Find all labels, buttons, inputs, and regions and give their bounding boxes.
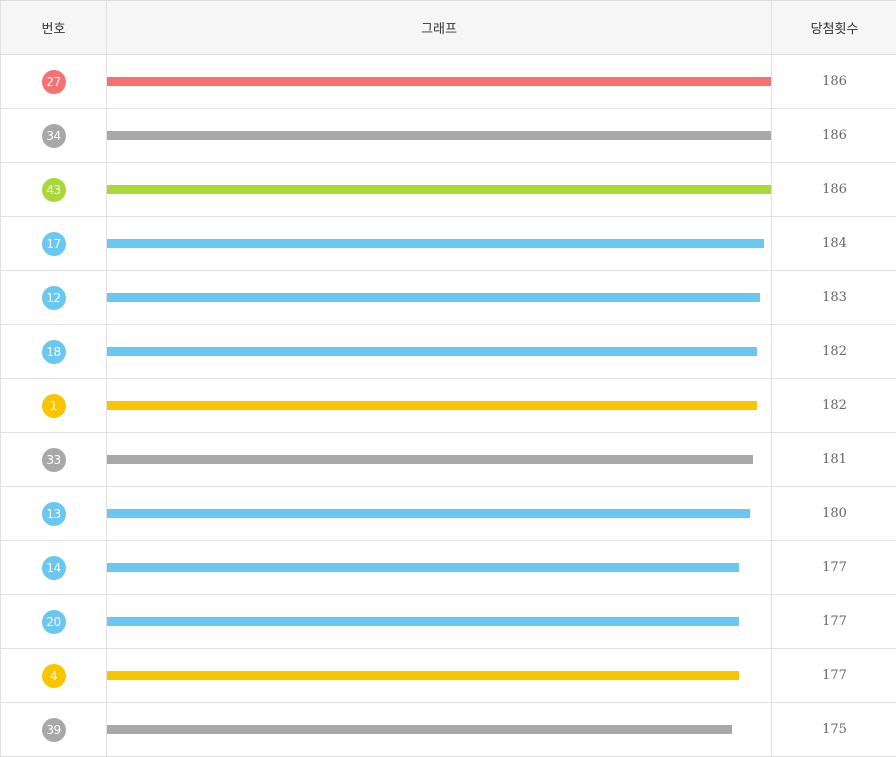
number-cell: 4 <box>1 649 107 703</box>
frequency-bar <box>107 563 739 572</box>
frequency-bar <box>107 239 764 248</box>
count-cell: 180 <box>772 487 896 541</box>
number-cell: 33 <box>1 433 107 487</box>
number-cell: 34 <box>1 109 107 163</box>
graph-cell <box>107 55 772 109</box>
count-cell: 186 <box>772 109 896 163</box>
number-cell: 20 <box>1 595 107 649</box>
table-row: 12 183 <box>1 271 896 325</box>
frequency-bar <box>107 347 757 356</box>
count-cell: 186 <box>772 163 896 217</box>
number-ball: 12 <box>42 286 66 310</box>
table-row: 20 177 <box>1 595 896 649</box>
table-row: 18 182 <box>1 325 896 379</box>
number-cell: 17 <box>1 217 107 271</box>
frequency-bar <box>107 77 771 86</box>
count-cell: 182 <box>772 325 896 379</box>
header-graph: 그래프 <box>107 1 772 55</box>
number-ball: 33 <box>42 448 66 472</box>
graph-cell <box>107 217 772 271</box>
graph-cell <box>107 703 772 757</box>
graph-cell <box>107 433 772 487</box>
number-cell: 12 <box>1 271 107 325</box>
graph-cell <box>107 109 772 163</box>
number-cell: 18 <box>1 325 107 379</box>
graph-cell <box>107 541 772 595</box>
table-row: 39 175 <box>1 703 896 757</box>
count-cell: 177 <box>772 541 896 595</box>
frequency-bar <box>107 671 739 680</box>
header-number: 번호 <box>1 1 107 55</box>
count-cell: 186 <box>772 55 896 109</box>
table-row: 14 177 <box>1 541 896 595</box>
frequency-bar <box>107 455 753 464</box>
frequency-bar <box>107 131 771 140</box>
frequency-table: 번호 그래프 당첨횟수 2718634186431861718412183181… <box>0 0 896 757</box>
count-cell: 175 <box>772 703 896 757</box>
frequency-bar <box>107 185 771 194</box>
number-ball: 14 <box>42 556 66 580</box>
table-row: 34 186 <box>1 109 896 163</box>
number-ball: 4 <box>42 664 66 688</box>
frequency-bar <box>107 509 750 518</box>
graph-cell <box>107 487 772 541</box>
number-ball: 43 <box>42 178 66 202</box>
number-ball: 1 <box>42 394 66 418</box>
count-cell: 177 <box>772 649 896 703</box>
number-ball: 17 <box>42 232 66 256</box>
frequency-bar <box>107 617 739 626</box>
number-ball: 27 <box>42 70 66 94</box>
number-cell: 1 <box>1 379 107 433</box>
number-ball: 39 <box>42 718 66 742</box>
number-cell: 14 <box>1 541 107 595</box>
graph-cell <box>107 271 772 325</box>
number-ball: 18 <box>42 340 66 364</box>
header-count: 당첨횟수 <box>772 1 896 55</box>
graph-cell <box>107 325 772 379</box>
number-ball: 13 <box>42 502 66 526</box>
count-cell: 182 <box>772 379 896 433</box>
count-cell: 181 <box>772 433 896 487</box>
count-cell: 183 <box>772 271 896 325</box>
table-row: 1 182 <box>1 379 896 433</box>
table-row: 17 184 <box>1 217 896 271</box>
graph-cell <box>107 379 772 433</box>
number-cell: 39 <box>1 703 107 757</box>
graph-cell <box>107 595 772 649</box>
table-row: 33 181 <box>1 433 896 487</box>
number-cell: 43 <box>1 163 107 217</box>
frequency-bar <box>107 293 760 302</box>
number-cell: 13 <box>1 487 107 541</box>
table-row: 27 186 <box>1 55 896 109</box>
table-row: 43 186 <box>1 163 896 217</box>
graph-cell <box>107 649 772 703</box>
table-row: 4 177 <box>1 649 896 703</box>
frequency-bar <box>107 725 732 734</box>
table-header-row: 번호 그래프 당첨횟수 <box>1 1 896 55</box>
graph-cell <box>107 163 772 217</box>
frequency-bar <box>107 401 757 410</box>
table-body: 2718634186431861718412183181821182331811… <box>1 55 896 757</box>
count-cell: 184 <box>772 217 896 271</box>
number-cell: 27 <box>1 55 107 109</box>
count-cell: 177 <box>772 595 896 649</box>
number-ball: 34 <box>42 124 66 148</box>
number-ball: 20 <box>42 610 66 634</box>
table-row: 13 180 <box>1 487 896 541</box>
